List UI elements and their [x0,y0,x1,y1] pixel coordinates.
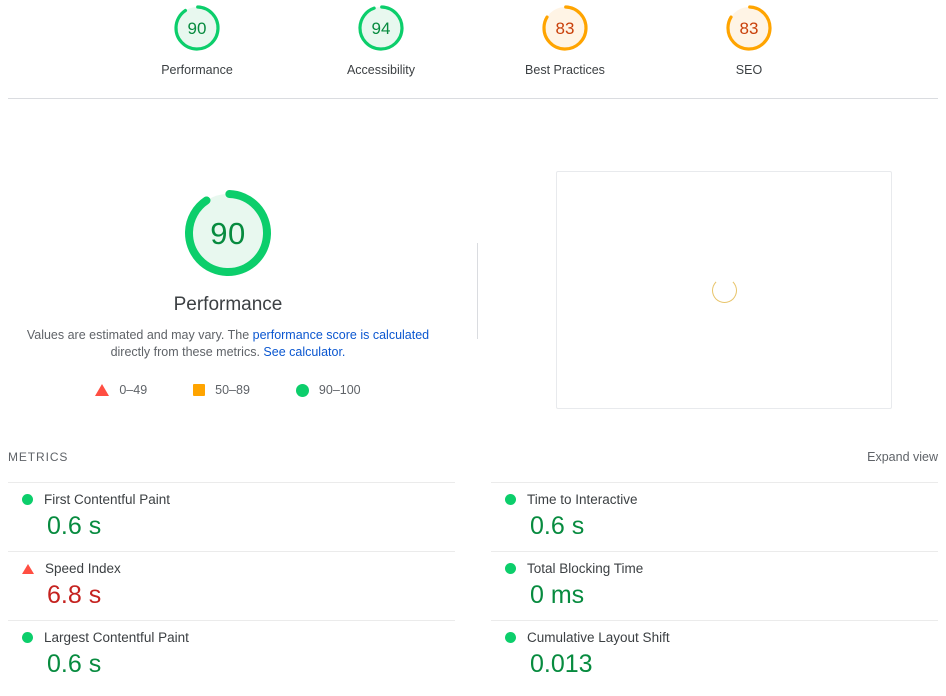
performance-gauge-score: 90 [210,215,246,251]
metric-value: 0 ms [530,581,585,609]
category-score-label: SEO [735,63,763,77]
metric-header: Speed Index [8,561,455,576]
metric-header: Cumulative Layout Shift [491,630,938,645]
metrics-column-right: Time to Interactive 0.6 s Total Blocking T… [491,482,938,689]
metric-label: Time to Interactive [527,492,638,507]
metric-label: First Contentful Paint [44,492,171,507]
category-score-label: Performance [161,63,233,77]
metric-pass-circle-icon [22,632,33,643]
metrics-column-left: First Contentful Paint 0.6 s Speed Index 6.… [8,482,455,689]
category-score-value: 83 [555,18,575,38]
performance-gauge-section: 90 Performance Values are estimated and … [0,99,477,439]
metric-pass-circle-icon [505,563,516,574]
performance-gauge[interactable]: 90 [180,185,276,281]
legend-item-triangle: 0–49 [95,383,147,397]
metrics-section-title: METRICS [8,450,69,464]
legend-item-circle: 90–100 [295,383,361,397]
metric-row[interactable]: Time to Interactive 0.6 s [491,482,938,551]
gauge-description: Values are estimated and may vary. The p… [16,327,440,361]
category-score-best-practices[interactable]: 83 Best Practices [505,2,625,77]
legend-triangle-icon [95,384,110,396]
performance-gauge-title: Performance [173,294,283,315]
metric-header: Time to Interactive [491,492,938,507]
metric-label: Speed Index [45,561,121,576]
category-score-value: 94 [371,18,391,38]
metric-header: Largest Contentful Paint [8,630,455,645]
metric-value: 0.013 [530,650,593,678]
metric-label: Largest Contentful Paint [44,630,189,645]
metric-value: 6.8 s [47,581,102,609]
metric-row[interactable]: Cumulative Layout Shift 0.013 [491,620,938,689]
gauge-description-mid: directly from these metrics. [110,345,264,359]
metric-header: Total Blocking Time [491,561,938,576]
category-gauge-icon: 90 [171,2,223,54]
legend-square-icon [193,384,206,396]
expand-view-toggle[interactable]: Expand view [867,450,938,464]
category-gauge-icon: 83 [539,2,591,54]
metric-pass-circle-icon [22,494,33,505]
metric-pass-circle-icon [505,632,516,643]
legend-range-label: 90–100 [318,383,361,397]
category-score-value: 83 [739,18,759,38]
category-gauge-icon: 83 [723,2,775,54]
see-calculator-link[interactable]: See calculator. [263,345,345,359]
category-score-seo[interactable]: 83 SEO [689,2,809,77]
category-score-performance[interactable]: 90 Performance [137,2,257,77]
category-score-label: Accessibility [346,63,416,77]
performance-score-calculated-link[interactable]: performance score is calculated [253,328,429,342]
metric-row[interactable]: First Contentful Paint 0.6 s [8,482,455,551]
metric-pass-circle-icon [505,494,516,505]
metric-value: 0.6 s [530,512,585,540]
metric-label: Total Blocking Time [527,561,644,576]
metric-value: 0.6 s [47,650,102,678]
metric-header: First Contentful Paint [8,492,455,507]
metric-row[interactable]: Total Blocking Time 0 ms [491,551,938,620]
metric-label: Cumulative Layout Shift [527,630,670,645]
metrics-header: METRICS Expand view [0,450,946,476]
category-score-label: Best Practices [525,63,605,77]
category-score-bar: 90 Performance 94 Accessibility 83 Best Pract… [0,0,946,98]
gauge-description-lead: Values are estimated and may vary. The [26,328,253,342]
metric-value: 0.6 s [47,512,102,540]
legend-range-label: 50–89 [215,383,250,397]
loading-spinner-icon [711,277,737,303]
category-score-value: 90 [187,18,207,38]
metric-row[interactable]: Speed Index 6.8 s [8,551,455,620]
metric-fail-triangle-icon [22,563,34,574]
legend-item-square: 50–89 [193,383,250,397]
score-legend: 0–49 50–89 90–100 [0,383,456,397]
category-score-accessibility[interactable]: 94 Accessibility [321,2,441,77]
category-gauge-icon: 94 [355,2,407,54]
metrics-grid: First Contentful Paint 0.6 s Speed Index 6.… [0,482,946,689]
legend-circle-icon [295,383,309,397]
section-vertical-divider [477,243,478,339]
filmstrip-panel[interactable] [556,171,892,409]
metric-row[interactable]: Largest Contentful Paint 0.6 s [8,620,455,689]
lighthouse-report: 90 Performance 94 Accessibility 83 Best Pract… [0,0,946,696]
legend-range-label: 0–49 [119,383,148,397]
